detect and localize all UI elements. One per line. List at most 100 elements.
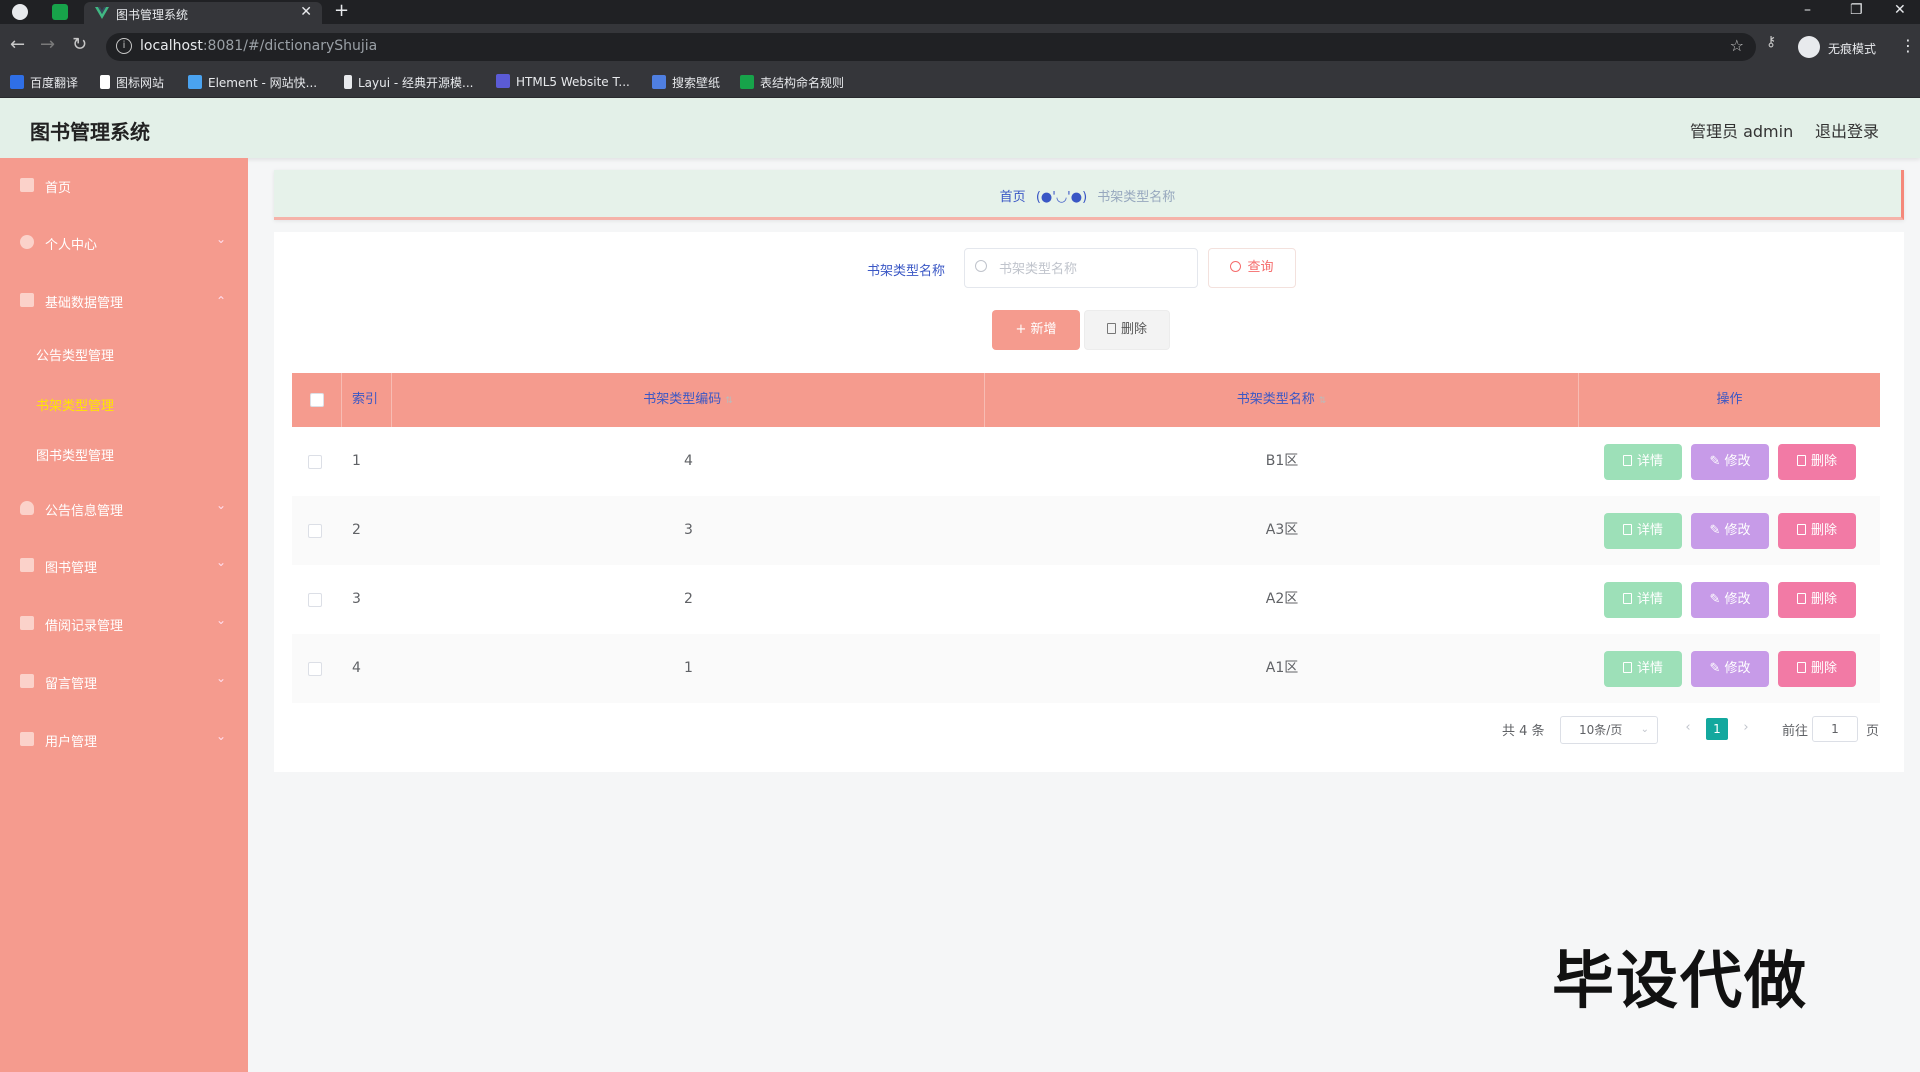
sidebar-item-users[interactable]: 用户管理 ⌄ — [0, 712, 248, 768]
inactive-tab-icon[interactable] — [52, 4, 68, 20]
html5-icon — [496, 74, 510, 88]
active-tab[interactable]: 图书管理系统 ✕ — [84, 2, 322, 24]
sort-icon[interactable]: ⇅ — [1319, 396, 1327, 406]
search-icon — [1230, 261, 1242, 272]
sidebar-subitem-shelf-type[interactable]: 书架类型管理 — [0, 378, 248, 428]
sidebar-item-basic-data[interactable]: 基础数据管理 ⌃ — [0, 273, 248, 329]
detail-button[interactable]: 详情 — [1604, 444, 1682, 480]
bookmark-item[interactable]: 表结构命名规则 — [740, 74, 844, 92]
incognito-icon[interactable] — [1798, 36, 1820, 58]
edit-button[interactable]: ✎ 修改 — [1691, 513, 1769, 549]
tab-close-icon[interactable]: ✕ — [300, 4, 312, 20]
forward-icon[interactable]: → — [40, 34, 55, 55]
header-shelf-code[interactable]: 书架类型编码 ⇅ — [392, 373, 985, 427]
breadcrumb-bar: 首页 (●'◡'●) 书架类型名称 — [274, 170, 1904, 220]
minimize-icon[interactable]: – — [1804, 2, 1811, 18]
search-input[interactable] — [999, 259, 1189, 279]
sidebar-item-notice[interactable]: 公告信息管理 ⌄ — [0, 481, 248, 537]
bookmark-item[interactable]: Layui - 经典开源模... — [344, 74, 473, 92]
logout-link[interactable]: 退出登录 — [1815, 118, 1879, 142]
sidebar-item-borrow[interactable]: 借阅记录管理 ⌄ — [0, 596, 248, 652]
cell-index: 2 — [352, 522, 361, 538]
bookmark-item[interactable]: 百度翻译 — [10, 74, 78, 92]
url-field[interactable]: i localhost:8081/#/dictionaryShujia ☆ — [106, 33, 1756, 61]
bookmark-item[interactable]: 图标网站 — [100, 74, 164, 92]
browser-tabbar: 图书管理系统 ✕ + – ❐ ✕ — [0, 0, 1920, 24]
next-page-icon[interactable]: › — [1734, 716, 1758, 740]
database-icon — [20, 293, 34, 307]
window-close-icon[interactable]: ✕ — [1894, 2, 1906, 18]
delete-button[interactable]: 删除 — [1778, 513, 1856, 549]
new-tab-button[interactable]: + — [334, 0, 349, 21]
search-field[interactable] — [964, 248, 1198, 288]
search-icon — [975, 260, 987, 272]
delete-button[interactable]: 删除 — [1778, 582, 1856, 618]
pagination-total: 共 4 条 — [1502, 724, 1545, 739]
sidebar-item-label: 用户管理 — [45, 735, 98, 750]
goto-label: 前往 — [1782, 724, 1809, 739]
admin-label: 管理员 admin — [1690, 122, 1794, 141]
edit-icon: ✎ — [1709, 661, 1725, 676]
browser-menu-icon[interactable]: ⋮ — [1900, 36, 1916, 55]
page-number-current[interactable]: 1 — [1706, 718, 1728, 740]
table-header: 索引 书架类型编码 ⇅ 书架类型名称 ⇅ 操作 — [292, 373, 1880, 427]
breadcrumb: 首页 (●'◡'●) 书架类型名称 — [274, 186, 1901, 205]
breadcrumb-home[interactable]: 首页 — [1000, 190, 1026, 205]
site-info-icon[interactable]: i — [116, 38, 132, 54]
book-icon — [20, 558, 34, 572]
detail-button[interactable]: 详情 — [1604, 651, 1682, 687]
sidebar-item-messages[interactable]: 留言管理 ⌄ — [0, 654, 248, 710]
sidebar-item-books[interactable]: 图书管理 ⌄ — [0, 538, 248, 594]
chevron-up-icon: ⌃ — [216, 294, 227, 308]
page-size-value: 10条/页 — [1579, 723, 1623, 737]
page-size-select[interactable]: 10条/页 ⌄ — [1560, 716, 1658, 744]
batch-delete-button[interactable]: 删除 — [1084, 310, 1170, 350]
password-key-icon[interactable]: ⚷ — [1766, 34, 1776, 50]
sidebar-item-profile[interactable]: 个人中心 ⌄ — [0, 215, 248, 271]
bookmark-item[interactable]: HTML5 Website T... — [496, 74, 630, 92]
sidebar-item-label: 首页 — [45, 181, 72, 196]
header-shelf-name[interactable]: 书架类型名称 ⇅ — [985, 373, 1579, 427]
sidebar-item-label: 留言管理 — [45, 677, 98, 692]
sidebar-subitem-label: 图书类型管理 — [36, 449, 115, 464]
row-checkbox[interactable] — [308, 593, 322, 607]
breadcrumb-current: 书架类型名称 — [1097, 190, 1176, 205]
reload-icon[interactable]: ↻ — [72, 34, 87, 55]
cell-code: 4 — [684, 453, 693, 469]
detail-button[interactable]: 详情 — [1604, 513, 1682, 549]
sort-icon[interactable]: ⇅ — [725, 396, 733, 406]
row-checkbox[interactable] — [308, 524, 322, 538]
row-checkbox[interactable] — [308, 662, 322, 676]
incognito-label[interactable]: 无痕模式 — [1828, 40, 1876, 57]
chevron-down-icon: ⌄ — [216, 498, 227, 512]
sidebar-subitem-book-type[interactable]: 图书类型管理 — [0, 428, 248, 478]
select-all-checkbox[interactable] — [310, 393, 324, 407]
detail-button[interactable]: 详情 — [1604, 582, 1682, 618]
header-select-cell — [292, 373, 342, 427]
back-icon[interactable]: ← — [10, 34, 25, 55]
restore-icon[interactable]: ❐ — [1850, 2, 1863, 18]
delete-button[interactable]: 删除 — [1778, 651, 1856, 687]
header-actions: 操作 — [1716, 392, 1743, 407]
bookmarks-bar: 百度翻译 图标网站 Element - 网站快... Layui - 经典开源模… — [0, 68, 1920, 98]
chevron-down-icon: ⌄ — [216, 671, 227, 685]
edit-button[interactable]: ✎ 修改 — [1691, 444, 1769, 480]
goto-page-input[interactable]: 1 — [1812, 716, 1858, 742]
query-button[interactable]: 查询 — [1208, 248, 1296, 288]
bookmark-item[interactable]: 搜索壁纸 — [652, 74, 720, 92]
sidebar-item-home[interactable]: 首页 — [0, 158, 248, 214]
chrome-icon[interactable] — [12, 4, 28, 20]
sidebar-subitem-notice-type[interactable]: 公告类型管理 — [0, 328, 248, 378]
sidebar-item-label: 公告信息管理 — [45, 504, 124, 519]
batch-delete-button-label: 删除 — [1120, 322, 1147, 337]
table-icon — [740, 75, 754, 89]
add-button[interactable]: + 新增 — [992, 310, 1080, 350]
document-icon — [1622, 662, 1632, 673]
delete-button[interactable]: 删除 — [1778, 444, 1856, 480]
prev-page-icon[interactable]: ‹ — [1676, 716, 1700, 740]
bookmark-item[interactable]: Element - 网站快... — [188, 74, 317, 92]
edit-button[interactable]: ✎ 修改 — [1691, 651, 1769, 687]
edit-button[interactable]: ✎ 修改 — [1691, 582, 1769, 618]
row-checkbox[interactable] — [308, 455, 322, 469]
bookmark-star-icon[interactable]: ☆ — [1730, 36, 1744, 55]
